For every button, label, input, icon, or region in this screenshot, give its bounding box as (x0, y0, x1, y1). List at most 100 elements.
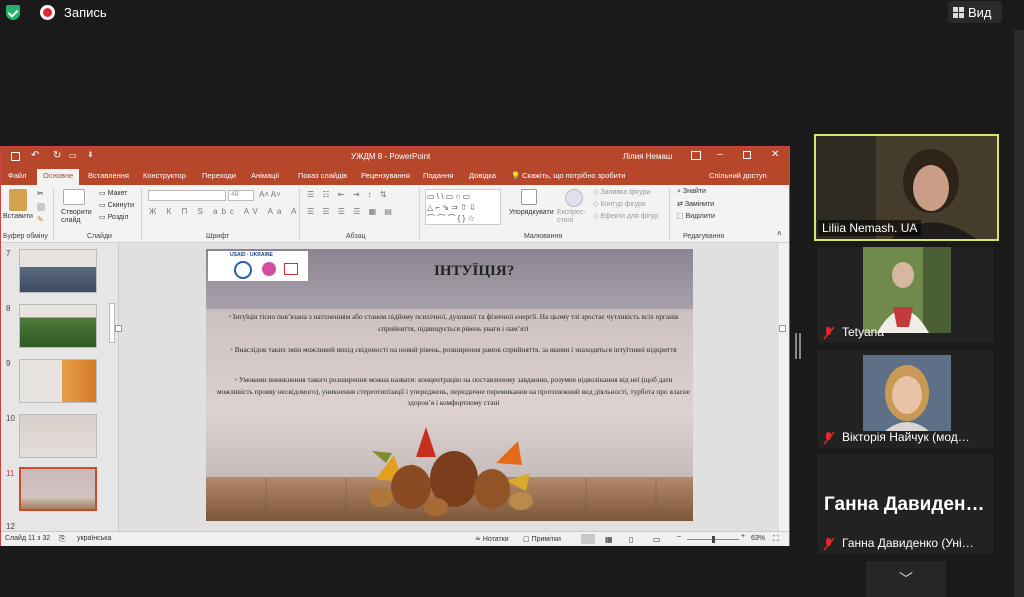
resize-handle-left[interactable] (115, 325, 122, 332)
zoom-in-icon[interactable]: + (741, 533, 745, 540)
panel-splitter[interactable] (795, 333, 797, 359)
thumb-number: 12 (6, 522, 15, 531)
select-button[interactable]: ⬚ Виділити (677, 212, 715, 220)
layout-button[interactable]: ▭ Макет (99, 189, 127, 197)
maximize-icon[interactable] (743, 151, 751, 159)
record-icon[interactable] (40, 5, 55, 20)
slide-thumbnail[interactable] (19, 304, 97, 348)
fit-slide-icon[interactable]: ⛶ (773, 534, 779, 544)
font-size-input[interactable]: 48 (228, 190, 254, 201)
participant-tile-active-speaker[interactable]: Liliia Nemash. UA (814, 134, 999, 241)
new-slide-icon[interactable] (63, 189, 85, 205)
notes-button[interactable]: ≐ Нотатки (475, 535, 509, 543)
group-editing: Редагування (683, 233, 725, 240)
font-name-input[interactable] (148, 190, 226, 201)
tab-view[interactable]: Подання (423, 171, 453, 180)
security-shield-icon[interactable] (6, 5, 20, 20)
language-status[interactable]: українська (77, 535, 111, 542)
undo-icon[interactable]: ↶ (31, 150, 39, 161)
slide-counter: Слайд 11 з 32 (5, 535, 51, 542)
font-format-buttons[interactable]: Ж К П S abc AV Aa A (149, 207, 300, 216)
shape-outline-button[interactable]: ◇ Контур фігури (593, 200, 646, 208)
ribbon-display-icon[interactable] (691, 151, 701, 160)
reading-view-icon[interactable]: ▯ (629, 535, 633, 544)
lightbulb-icon: 💡 (511, 171, 521, 180)
save-icon[interactable] (11, 152, 20, 161)
canvas-scrollbar[interactable] (781, 243, 789, 531)
cut-icon[interactable]: ✂ (37, 189, 44, 198)
tab-transitions[interactable]: Переходи (202, 171, 236, 180)
zoom-top-bar: Запись Вид (0, 0, 1024, 26)
minimize-icon[interactable]: – (717, 149, 723, 160)
slide-thumbnail[interactable] (19, 249, 97, 293)
group-clipboard: Буфер обміну (3, 233, 48, 240)
tab-animations[interactable]: Анімації (251, 171, 279, 180)
view-button[interactable]: Вид (948, 1, 1002, 23)
redo-icon[interactable]: ↻ (53, 150, 61, 161)
share-button[interactable]: Спільний доступ (709, 171, 767, 180)
sorter-view-icon[interactable]: ▦ (605, 535, 613, 544)
shape-effects-button[interactable]: ◇ Ефекти для фігур (593, 212, 658, 220)
group-paragraph: Абзац (346, 233, 366, 240)
participant-tile[interactable]: Вікторія Найчук (мод… (818, 350, 994, 448)
slide-thumbnail[interactable] (19, 359, 97, 403)
scroll-down-button[interactable]: ﹀ (866, 561, 946, 597)
present-icon[interactable]: ▭ (69, 151, 77, 160)
collapse-ribbon-icon[interactable]: ˄ (777, 229, 782, 238)
gallery-edge (1014, 30, 1024, 597)
tab-help[interactable]: Довідка (469, 171, 496, 180)
new-slide-label[interactable]: Створити слайд (61, 209, 97, 225)
record-label[interactable]: Запись (64, 5, 107, 20)
user-name[interactable]: Лілия Немаш (623, 152, 672, 161)
participant-tile[interactable]: Ганна Давиден… Ганна Давиденко (Уні… (818, 454, 994, 554)
reset-button[interactable]: ▭ Скинути (99, 201, 134, 209)
panel-splitter[interactable] (799, 333, 801, 359)
align-buttons[interactable]: ☰ ☰ ☰ ☰ ▦ ▤ (307, 207, 395, 216)
spelling-icon[interactable]: ⎘ (59, 534, 65, 544)
shapes-gallery[interactable]: ▭ \ \ ▭ ○ ▭ △ ⌐ ⇘ ⇒ ⇧ ⇩ ⌒ ⌒ ⌒ { } ☆ (425, 189, 501, 225)
thumbnails-scrollbar[interactable] (109, 303, 115, 343)
tab-file[interactable]: Файл (8, 171, 26, 180)
format-painter-icon[interactable]: ✎ (37, 215, 44, 224)
section-button[interactable]: ▭ Розділ (99, 213, 129, 221)
copy-icon[interactable] (37, 203, 45, 211)
close-icon[interactable]: ✕ (771, 149, 779, 160)
tab-home[interactable]: Основне (37, 169, 80, 185)
quick-styles-label[interactable]: Експрес-стилі (557, 209, 587, 225)
arrange-label[interactable]: Упорядкувати (509, 209, 554, 216)
customize-icon[interactable]: ⇟ (87, 150, 94, 159)
normal-view-icon[interactable] (581, 534, 595, 544)
reset-label: Скинути (107, 202, 135, 209)
mic-muted-icon (823, 431, 835, 445)
replace-label: Замінити (684, 201, 715, 208)
quick-styles-icon[interactable] (565, 189, 583, 207)
bullet-3: • Умовами виникнення такого розширення м… (216, 375, 691, 407)
tab-design[interactable]: Конструктор (143, 171, 186, 180)
list-buttons[interactable]: ☰ ☷ ⇤ ⇥ ↕ ⇅ (307, 190, 390, 199)
ribbon-home: Вставити ✂ ✎ Буфер обміну Створити слайд… (1, 185, 789, 243)
replace-button[interactable]: ⇄ Замінити (677, 200, 714, 208)
paste-label[interactable]: Вставити (3, 213, 33, 220)
paste-icon[interactable] (9, 189, 27, 211)
zoom-out-icon[interactable]: – (677, 533, 681, 540)
slideshow-view-icon[interactable]: ▭ (653, 535, 661, 544)
current-slide[interactable]: USAID · UKRAINE ІНТУЇЦІЯ? • Інтуїція тіс… (206, 249, 693, 521)
tab-review[interactable]: Рецензування (361, 171, 410, 180)
participant-tile[interactable]: Tetyana (818, 247, 994, 343)
zoom-percent[interactable]: 63% (751, 535, 765, 542)
participant-name: Ганна Давиденко (Уні… (842, 536, 974, 550)
tell-me-search[interactable]: Скажіть, що потрібно зробити (522, 171, 626, 180)
shape-fill-button[interactable]: ◇ Заливка фігури (593, 188, 650, 196)
slide-thumbnail[interactable] (19, 414, 97, 458)
zoom-slider-thumb[interactable] (712, 536, 715, 543)
comments-button[interactable]: ▢ Примітки (523, 535, 561, 543)
resize-handle-right[interactable] (779, 325, 786, 332)
usaid-logo: USAID · UKRAINE (208, 251, 308, 281)
find-button[interactable]: ⌕ Знайти (677, 188, 706, 196)
grow-font-icon[interactable]: A˄ A˅ (259, 190, 281, 199)
tab-insert[interactable]: Вставлення (88, 171, 129, 180)
arrange-icon[interactable] (521, 189, 537, 205)
group-slides: Слайди (87, 233, 112, 240)
tab-slideshow[interactable]: Показ слайдів (298, 171, 347, 180)
slide-thumbnail-active[interactable] (19, 467, 97, 511)
